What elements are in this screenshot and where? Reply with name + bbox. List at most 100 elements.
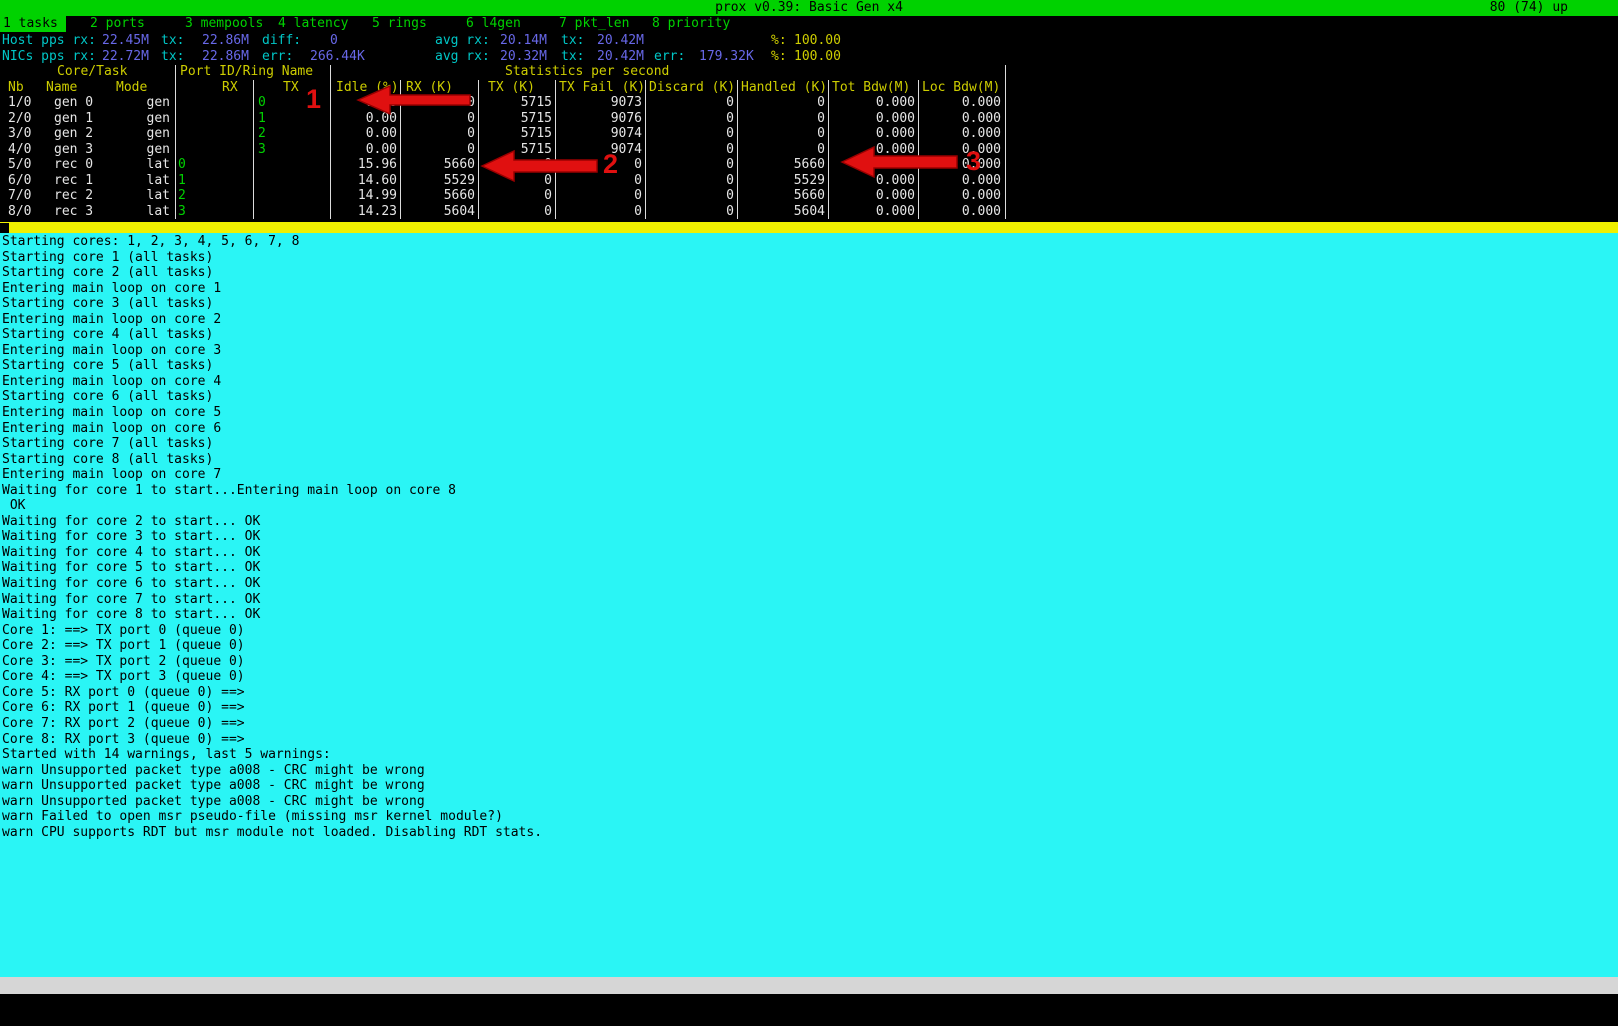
- cell-mode: gen: [104, 95, 170, 111]
- col-tx: TX: [283, 80, 299, 96]
- group-core-task: Core/Task: [57, 64, 127, 80]
- col-loc-bdw: Loc Bdw(M): [922, 80, 1000, 96]
- nics-avg-rx-value: 20.32M: [500, 49, 547, 65]
- log-line: Entering main loop on core 3: [2, 343, 542, 359]
- cell-tx-k: 5715: [521, 111, 552, 127]
- cell-handled: 0: [817, 111, 825, 127]
- log-line: Waiting for core 5 to start... OK: [2, 560, 542, 576]
- screen-tab[interactable]: 6 l4gen: [466, 16, 521, 32]
- app-title: prox v0.39: Basic Gen x4: [0, 0, 1618, 16]
- cell-tx-k: 0: [544, 173, 552, 189]
- cell-tx-fail: 0: [634, 173, 642, 189]
- cell-tx-port: 2: [258, 126, 266, 142]
- cell-tx-fail: 0: [634, 188, 642, 204]
- cell-rx-k: 0: [467, 126, 475, 142]
- cell-rx-port: 3: [178, 204, 186, 220]
- screen-tab[interactable]: 7 pkt_len: [559, 16, 629, 32]
- host-avg-rx-label: avg rx:: [435, 33, 490, 49]
- cell-mode: gen: [104, 126, 170, 142]
- cell-mode: gen: [104, 111, 170, 127]
- col-rx: RX: [222, 80, 238, 96]
- screen-tab[interactable]: 3 mempools: [185, 16, 263, 32]
- log-line: Core 6: RX port 1 (queue 0) ==>: [2, 700, 542, 716]
- cell-discard: 0: [726, 95, 734, 111]
- log-line: Starting core 7 (all tasks): [2, 436, 542, 452]
- log-line: Core 2: ==> TX port 1 (queue 0): [2, 638, 542, 654]
- cell-name: rec 3: [54, 204, 93, 220]
- cell-rx-port: 1: [178, 173, 186, 189]
- cell-rx-k: 5529: [444, 173, 475, 189]
- cell-nb: 4/0: [8, 142, 31, 158]
- cell-tot-bdw: 0.000: [876, 111, 915, 127]
- screen-tab[interactable]: 1 tasks: [0, 16, 66, 32]
- log-line: Starting cores: 1, 2, 3, 4, 5, 6, 7, 8: [2, 234, 542, 250]
- log-line: Waiting for core 7 to start... OK: [2, 592, 542, 608]
- screen-tab[interactable]: 2 ports: [90, 16, 145, 32]
- log-line: Entering main loop on core 1: [2, 281, 542, 297]
- cell-discard: 0: [726, 204, 734, 220]
- log-area[interactable]: Starting cores: 1, 2, 3, 4, 5, 6, 7, 8 S…: [0, 233, 1618, 977]
- cell-nb: 8/0: [8, 204, 31, 220]
- table-row: 8/0 rec 3 lat 3 14.23 5604 0 0 0 5604 0.…: [0, 204, 1005, 220]
- cell-discard: 0: [726, 142, 734, 158]
- host-tx-label: tx:: [161, 33, 184, 49]
- terminal-screen[interactable]: prox v0.39: Basic Gen x4 80 (74) up 1 ta…: [0, 0, 1618, 1026]
- log-line: Starting core 1 (all tasks): [2, 250, 542, 266]
- cell-tx-port: 3: [258, 142, 266, 158]
- cell-tx-k: 0: [544, 157, 552, 173]
- table-row: 6/0 rec 1 lat 1 14.60 5529 0 0 0 5529 0.…: [0, 173, 1005, 189]
- cell-rx-k: 0: [467, 111, 475, 127]
- cell-tx-port: 1: [258, 111, 266, 127]
- cell-idle: 0.00: [366, 126, 397, 142]
- log-line: Entering main loop on core 6: [2, 421, 542, 437]
- col-nb: Nb: [8, 80, 24, 96]
- col-handled: Handled (K): [741, 80, 827, 96]
- cell-handled: 5660: [794, 157, 825, 173]
- tab-bar: 1 tasks 2 ports 3 mempools 4 latency 5 r…: [0, 16, 1618, 32]
- cell-discard: 0: [726, 126, 734, 142]
- cell-tx-fail: 9074: [611, 142, 642, 158]
- cell-name: gen 1: [54, 111, 93, 127]
- log-line: Entering main loop on core 7: [2, 467, 542, 483]
- cell-handled: 0: [817, 126, 825, 142]
- cell-loc-bdw: 0.000: [962, 188, 1001, 204]
- nics-err-value: 266.44K: [310, 49, 365, 65]
- nics-avg-tx-value: 20.42M: [597, 49, 644, 65]
- screen-tab[interactable]: 8 priority: [652, 16, 730, 32]
- log-line: Waiting for core 1 to start...Entering m…: [2, 483, 542, 499]
- cell-handled: 0: [817, 95, 825, 111]
- cell-name: rec 2: [54, 188, 93, 204]
- cell-idle: 14.99: [358, 188, 397, 204]
- nics-tx-label: tx:: [161, 49, 184, 65]
- host-tx-value: 22.86M: [202, 33, 249, 49]
- cell-rx-port: 0: [178, 157, 186, 173]
- table-row: 1/0 gen 0 gen 0 0.00 0 5715 9073 0 0 0.0…: [0, 95, 1005, 111]
- table-row: 2/0 gen 1 gen 1 0.00 0 5715 9076 0 0 0.0…: [0, 111, 1005, 127]
- cell-nb: 6/0: [8, 173, 31, 189]
- log-line: Started with 14 warnings, last 5 warning…: [2, 747, 542, 763]
- log-line: OK: [2, 498, 542, 514]
- cell-idle: 0.00: [366, 111, 397, 127]
- cell-rx-k: 0: [467, 142, 475, 158]
- col-idle: Idle (%): [336, 80, 399, 96]
- screen-tab[interactable]: 4 latency: [278, 16, 348, 32]
- host-diff-value: 0: [330, 33, 338, 49]
- uptime-counter: 80 (74) up: [1490, 0, 1568, 16]
- col-name: Name: [46, 80, 77, 96]
- table-row: 3/0 gen 2 gen 2 0.00 0 5715 9074 0 0 0.0…: [0, 126, 1005, 142]
- log-line: warn Unsupported packet type a008 - CRC …: [2, 794, 542, 810]
- col-mode: Mode: [116, 80, 147, 96]
- log-line: Waiting for core 3 to start... OK: [2, 529, 542, 545]
- cell-loc-bdw: 0.000: [962, 142, 1001, 158]
- stats-table-body: 1/0 gen 0 gen 0 0.00 0 5715 9073 0 0 0.0…: [0, 95, 1005, 219]
- nics-stats-line: NICs pps rx: 22.72M tx: 22.86M err: 266.…: [0, 49, 1618, 65]
- log-line: Starting core 3 (all tasks): [2, 296, 542, 312]
- nics-pps-label: NICs pps rx:: [2, 49, 96, 65]
- screen-tab[interactable]: 5 rings: [372, 16, 427, 32]
- host-avg-rx-value: 20.14M: [500, 33, 547, 49]
- cell-tot-bdw: 0.000: [876, 188, 915, 204]
- cell-rx-k: 5660: [444, 188, 475, 204]
- nics-avg-tx-label: tx:: [561, 49, 584, 65]
- host-pct-label: %:: [771, 33, 787, 49]
- cell-tx-k: 5715: [521, 95, 552, 111]
